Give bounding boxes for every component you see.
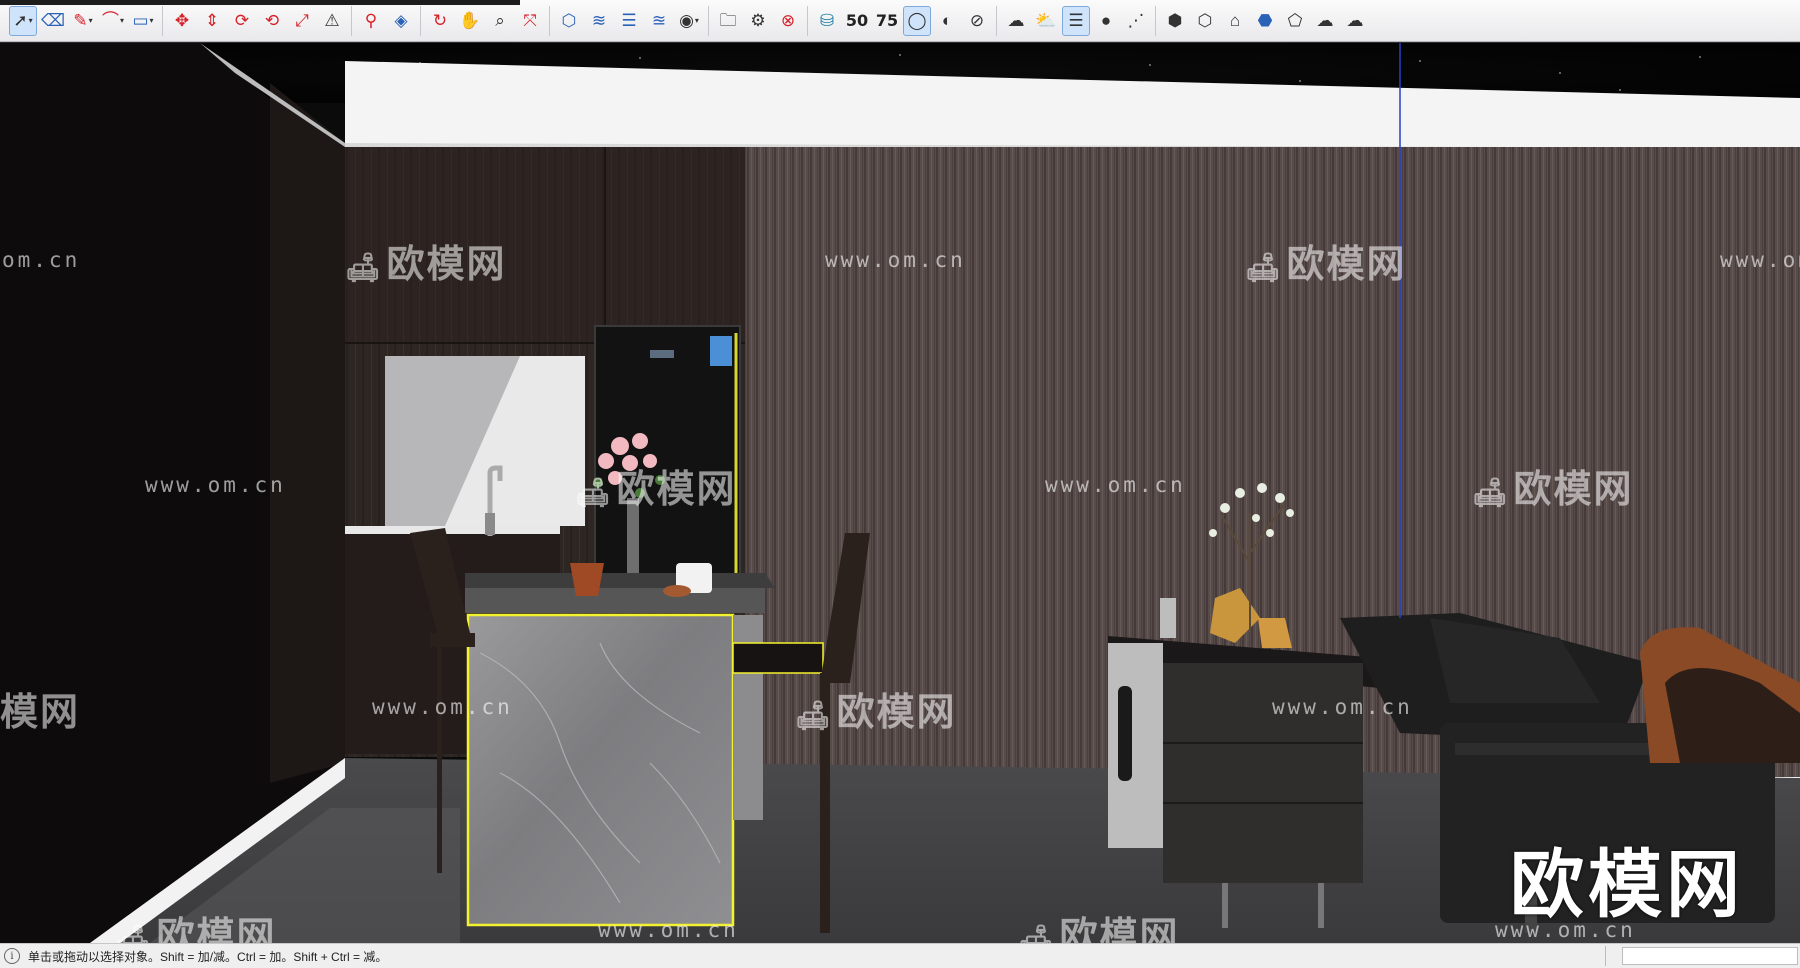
layers-icon[interactable]: ☰ <box>615 6 643 36</box>
section-plane-icon[interactable]: ≋ <box>585 6 613 36</box>
watermark-logo: 🛋 欧模网 <box>115 905 277 943</box>
sofa-logo-icon: 🛋 <box>1472 476 1510 509</box>
watermark-logo: 🛋 欧模网 <box>1245 233 1407 288</box>
toolbar-separator <box>420 5 421 36</box>
wireframe-icon[interactable]: ⊘ <box>963 6 991 36</box>
back-view-icon[interactable]: ⬠ <box>1281 6 1309 36</box>
toolbar-separator <box>162 5 163 36</box>
cloud-upload-icon[interactable]: ⛅ <box>1032 6 1060 36</box>
rotate-tool[interactable]: ⟳ <box>228 6 256 36</box>
watermark-url: www.om.cn <box>1045 473 1186 497</box>
section-fill-icon[interactable]: ≊ <box>645 6 673 36</box>
sofa-logo-icon: 🛋 <box>115 923 153 943</box>
select-tool[interactable]: ➚ ▾ <box>9 5 37 36</box>
watermark-logo-text: 欧模网 <box>156 914 277 943</box>
watermark-logo-text: 欧模网 <box>1059 914 1180 943</box>
warehouse-icon[interactable]: ⬡ <box>555 6 583 36</box>
rectangle-tool[interactable]: ▭ ▾ <box>129 6 157 36</box>
info-icon[interactable]: i <box>4 948 20 964</box>
dimension-icon[interactable]: ⋰ <box>1122 6 1150 36</box>
status-divider <box>1605 946 1606 966</box>
sofa-logo-icon: 🛋 <box>1018 923 1056 943</box>
watermark-logo: 🛋 欧模网 <box>1018 905 1180 943</box>
measurements-input[interactable] <box>1622 947 1798 965</box>
pan-tool[interactable]: ✋ <box>456 6 484 36</box>
user-account-icon[interactable]: ◉ ▾ <box>675 6 703 36</box>
toolbar-separator <box>807 5 808 36</box>
model-viewport[interactable]: om.cn 🛋欧模网 www.om.cn 🛋欧模网 www.om.cn www.… <box>0 43 1800 943</box>
zoom-tool[interactable]: ⌕ <box>486 6 514 36</box>
chevron-down-icon[interactable]: ▾ <box>695 16 699 25</box>
scale-tool[interactable]: ⤢ <box>288 6 316 36</box>
tape-measure-tool[interactable]: ⚲ <box>357 6 385 36</box>
status-bar: i 单击或拖动以选择对象。Shift = 加/减。Ctrl = 加。Shift … <box>0 943 1800 968</box>
status-hint-text: 单击或拖动以选择对象。Shift = 加/减。Ctrl = 加。Shift + … <box>28 949 388 964</box>
watermark-url: om.cn <box>2 248 81 272</box>
watermark-logo: 🛋 欧模网 <box>575 458 737 513</box>
watermark-url: www.om.cn <box>825 248 966 272</box>
watermark-url: www.om.cn <box>372 695 513 719</box>
toolbar-separator <box>549 5 550 36</box>
move-tool[interactable]: ✥ <box>168 6 196 36</box>
watermark-url: www.om.cn <box>145 473 286 497</box>
right-view-icon[interactable]: ⬣ <box>1251 6 1279 36</box>
watermark-logo: 🛋 欧模网 <box>795 681 957 736</box>
cloud-layers-icon[interactable]: ☰ <box>1062 5 1090 36</box>
cancel-icon[interactable]: ⊗ <box>774 6 802 36</box>
zoom-extents-tool[interactable]: ⤧ <box>516 6 544 36</box>
offset-tool[interactable]: ⟲ <box>258 6 286 36</box>
cloud-refresh-icon[interactable]: ☁ <box>1341 6 1369 36</box>
open-folder-icon[interactable]: 🗀 <box>714 6 742 36</box>
toolbar-separator <box>351 5 352 36</box>
menu-bar-remnant <box>0 0 520 5</box>
watermark-logo-text: 欧模网 <box>1513 467 1634 511</box>
cloud-search-icon[interactable]: ☁ <box>1002 6 1030 36</box>
watermark-logo-partial: 模网 <box>0 690 81 734</box>
sofa-logo-icon: 🛋 <box>575 476 613 509</box>
watermark-logo-text: 欧模网 <box>836 690 957 734</box>
eraser-tool[interactable]: ⌫ <box>39 6 67 36</box>
iso-view-icon[interactable]: ⬢ <box>1161 6 1189 36</box>
toolbar-separator <box>1155 5 1156 36</box>
chevron-down-icon[interactable]: ▾ <box>29 16 33 25</box>
chevron-down-icon[interactable]: ▾ <box>120 16 124 25</box>
sofa-logo-icon: 🛋 <box>345 251 383 284</box>
sofa-logo-icon: 🛋 <box>795 699 833 732</box>
chevron-down-icon[interactable]: ▾ <box>150 16 154 25</box>
chevron-down-icon[interactable]: ▾ <box>89 16 93 25</box>
main-toolbar: ➚ ▾ ⌫ ✎ ▾ ⌒ ▾ ▭ ▾ ✥ ⇕ ⟳ ⟲ ⤢ ⚠ ⚲ ◈ ↻ ✋ ⌕ ⤧ ⬡ ≋ ☰ ≊ ◉ ▾ 🗀 ⚙ ⊗ ⛁ 50 75 ◯ ◐ ⊘ ☁ ⛅… <box>0 0 1800 42</box>
watermark-url: www.om.cn <box>1272 695 1413 719</box>
sofa-logo-icon: 🛋 <box>1245 251 1283 284</box>
watermark-url: www.om.cn <box>598 918 739 942</box>
arc-tool[interactable]: ⌒ ▾ <box>99 6 127 36</box>
watermark-logo: 🛋 欧模网 <box>345 233 507 288</box>
toolbar-separator <box>996 5 997 36</box>
followme-tool[interactable]: ⚠ <box>318 6 346 36</box>
settings-gear-icon[interactable]: ⚙ <box>744 6 772 36</box>
watermark-logo-text: 欧模网 <box>1286 242 1407 286</box>
orbit-tool[interactable]: ↻ <box>426 6 454 36</box>
camera-position-icon[interactable]: ● <box>1092 6 1120 36</box>
watermark-logo: 🛋 欧模网 <box>1472 458 1634 513</box>
watermark-url: www.om.cn <box>1720 248 1800 272</box>
toolbar-separator <box>708 5 709 36</box>
scale-75-button[interactable]: 75 <box>873 6 901 36</box>
back-edges-icon[interactable]: ◐ <box>933 6 961 36</box>
pencil-tool[interactable]: ✎ ▾ <box>69 6 97 36</box>
pushpull-tool[interactable]: ⇕ <box>198 6 226 36</box>
scale-50-button[interactable]: 50 <box>843 6 871 36</box>
coins-icon[interactable]: ⛁ <box>813 6 841 36</box>
watermark-logo-text: 欧模网 <box>616 467 737 511</box>
xray-icon[interactable]: ◯ <box>903 5 931 36</box>
front-view-icon[interactable]: ⌂ <box>1221 6 1249 36</box>
paint-bucket-tool[interactable]: ◈ <box>387 6 415 36</box>
watermark-logo-large: 欧模网 <box>1510 842 1744 928</box>
top-view-icon[interactable]: ⬡ <box>1191 6 1219 36</box>
watermark-logo-text: 欧模网 <box>386 242 507 286</box>
cloud-sync-icon[interactable]: ☁ <box>1311 6 1339 36</box>
